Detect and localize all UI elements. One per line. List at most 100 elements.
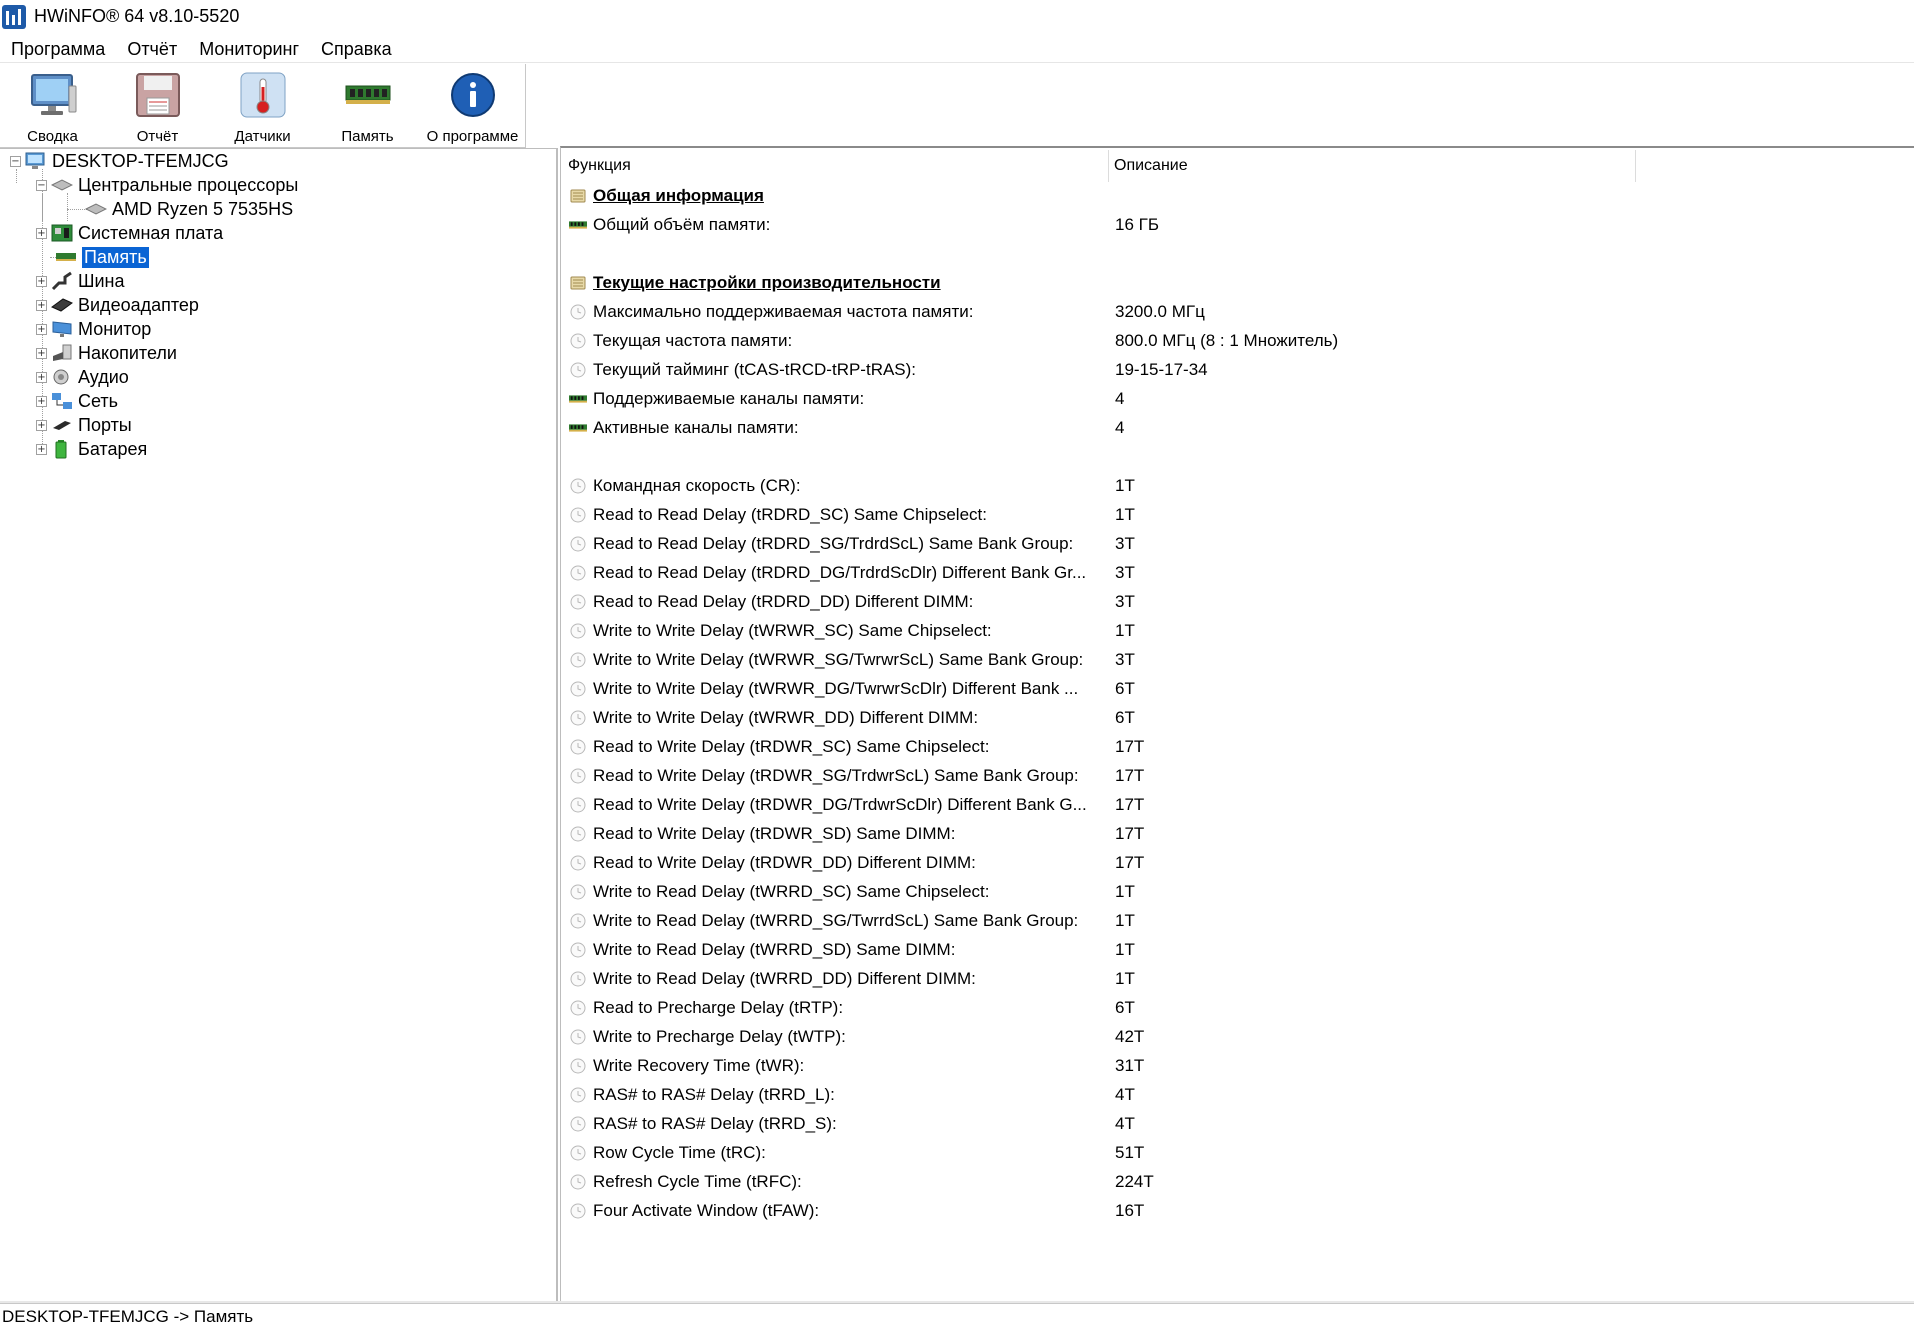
tree-item-ports[interactable]: + Порты <box>36 413 132 437</box>
function-cell: Read to Write Delay (tRDWR_DD) Different… <box>593 852 976 872</box>
function-cell: Текущие настройки производительности <box>593 272 941 292</box>
table-row[interactable]: Текущая частота памяти: 800.0 МГц (8 : 1 … <box>569 326 1909 355</box>
table-row[interactable]: Read to Read Delay (tRDRD_DG/TrdrdScDlr)… <box>569 558 1909 587</box>
clock-icon <box>569 1115 587 1133</box>
expand-toggle[interactable]: + <box>36 299 47 311</box>
expand-toggle[interactable]: + <box>36 371 47 383</box>
column-divider[interactable] <box>1635 150 1636 182</box>
description-cell: 16T <box>1115 1200 1145 1220</box>
table-row[interactable]: Read to Read Delay (tRDRD_SG/TrdrdScL) S… <box>569 529 1909 558</box>
menu-help[interactable]: Справка <box>310 35 403 63</box>
collapse-toggle[interactable]: − <box>36 179 47 191</box>
table-row[interactable]: Write to Write Delay (tWRWR_DG/TwrwrScDl… <box>569 674 1909 703</box>
tree-item-motherboard[interactable]: + Системная плата <box>36 221 223 245</box>
clock-icon <box>569 361 587 379</box>
table-row[interactable]: Текущий тайминг (tCAS-tRCD-tRP-tRAS): 19-… <box>569 355 1909 384</box>
table-row[interactable]: Read to Read Delay (tRDRD_SC) Same Chips… <box>569 500 1909 529</box>
expand-toggle[interactable]: + <box>36 323 47 335</box>
column-header-description[interactable]: Описание <box>1114 154 1188 178</box>
table-row[interactable]: Write to Precharge Delay (tWTP): 42T <box>569 1022 1909 1051</box>
tree-cpu[interactable]: AMD Ryzen 5 7535HS <box>85 197 293 221</box>
tree-cpu-group[interactable]: − Центральные процессоры <box>36 173 298 197</box>
column-divider[interactable] <box>1108 150 1109 182</box>
tree-item-monitor[interactable]: + Монитор <box>36 317 151 341</box>
table-row[interactable]: Write to Write Delay (tWRWR_SG/TwrwrScL)… <box>569 645 1909 674</box>
menu-monitoring[interactable]: Мониторинг <box>188 35 310 63</box>
table-row[interactable]: Поддерживаемые каналы памяти: 4 <box>569 384 1909 413</box>
table-row[interactable]: Row Cycle Time (tRC): 51T <box>569 1138 1909 1167</box>
expand-toggle[interactable]: + <box>36 275 47 287</box>
table-row[interactable]: Write to Read Delay (tWRRD_SC) Same Chip… <box>569 877 1909 906</box>
table-row[interactable]: Write to Read Delay (tWRRD_SD) Same DIMM… <box>569 935 1909 964</box>
table-row[interactable]: RAS# to RAS# Delay (tRRD_L): 4T <box>569 1080 1909 1109</box>
tree-item-label: Шина <box>78 270 125 291</box>
function-cell: Текущая частота памяти: <box>593 330 793 350</box>
tree-item-battery[interactable]: + Батарея <box>36 437 147 461</box>
description-cell: 17T <box>1115 852 1145 872</box>
column-header-function[interactable]: Функция <box>568 154 631 178</box>
clock-icon <box>569 941 587 959</box>
cpu-icon <box>85 200 107 218</box>
table-row[interactable]: Read to Write Delay (tRDWR_DD) Different… <box>569 848 1909 877</box>
table-row[interactable]: Write to Read Delay (tWRRD_DD) Different… <box>569 964 1909 993</box>
expand-toggle[interactable]: + <box>36 443 47 455</box>
table-row[interactable]: Общий объём памяти: 16 ГБ <box>569 210 1909 239</box>
tree-item-label: Сеть <box>78 390 119 411</box>
table-row[interactable]: Refresh Cycle Time (tRFC): 224T <box>569 1167 1909 1196</box>
menu-program[interactable]: Программа <box>0 35 116 63</box>
table-row[interactable]: Максимально поддерживаемая частота памят… <box>569 297 1909 326</box>
tree-root[interactable]: − DESKTOP-TFEMJCG <box>10 149 229 173</box>
report-button[interactable]: Отчёт <box>105 64 210 148</box>
table-row[interactable]: RAS# to RAS# Delay (tRRD_S): 4T <box>569 1109 1909 1138</box>
tree-item-memory[interactable]: Память <box>55 245 149 269</box>
table-row[interactable]: Read to Read Delay (tRDRD_DD) Different … <box>569 587 1909 616</box>
section-header-row[interactable]: Текущие настройки производительности <box>569 268 1909 297</box>
info-icon <box>448 70 498 120</box>
table-row[interactable]: Read to Write Delay (tRDWR_SG/TrdwrScL) … <box>569 761 1909 790</box>
function-cell: Read to Read Delay (tRDRD_SC) Same Chips… <box>593 504 987 524</box>
sensors-button[interactable]: Датчики <box>210 64 315 148</box>
expand-toggle[interactable]: + <box>36 395 47 407</box>
table-row[interactable]: Write to Write Delay (tWRWR_DD) Differen… <box>569 703 1909 732</box>
summary-button[interactable]: Сводка <box>0 64 105 148</box>
function-cell: Four Activate Window (tFAW): <box>593 1200 820 1220</box>
ram-icon <box>569 216 587 234</box>
function-cell: Read to Write Delay (tRDWR_DG/TrdwrScDlr… <box>593 794 1087 814</box>
list-icon <box>569 274 587 292</box>
about-button[interactable]: О программе <box>420 64 525 148</box>
expand-toggle[interactable]: + <box>36 347 47 359</box>
table-row[interactable]: Write to Write Delay (tWRWR_SC) Same Chi… <box>569 616 1909 645</box>
tree-item-label: Порты <box>78 414 132 435</box>
menu-report[interactable]: Отчёт <box>116 35 188 63</box>
tree-item-network[interactable]: + Сеть <box>36 389 118 413</box>
table-row[interactable]: Write to Read Delay (tWRRD_SG/TwrrdScL) … <box>569 906 1909 935</box>
memory-button[interactable]: Память <box>315 64 420 148</box>
clock-icon <box>569 651 587 669</box>
clock-icon <box>569 912 587 930</box>
tree-root-label: DESKTOP-TFEMJCG <box>52 150 229 171</box>
tree-item-bus[interactable]: + Шина <box>36 269 125 293</box>
table-row[interactable]: Активные каналы памяти: 4 <box>569 413 1909 442</box>
table-row[interactable]: Read to Write Delay (tRDWR_SD) Same DIMM… <box>569 819 1909 848</box>
section-header-row[interactable]: Общая информация <box>569 181 1909 210</box>
table-row[interactable]: Write Recovery Time (tWR): 31T <box>569 1051 1909 1080</box>
table-row[interactable]: Read to Precharge Delay (tRTP): 6T <box>569 993 1909 1022</box>
expand-toggle[interactable]: + <box>36 227 47 239</box>
table-row[interactable]: Read to Write Delay (tRDWR_DG/TrdwrScDlr… <box>569 790 1909 819</box>
table-row[interactable]: Four Activate Window (tFAW): 16T <box>569 1196 1909 1225</box>
function-cell: Read to Write Delay (tRDWR_SG/TrdwrScL) … <box>593 765 1079 785</box>
description-cell: 1T <box>1115 939 1135 959</box>
collapse-toggle[interactable]: − <box>10 155 21 167</box>
toolbar: Сводка Отчёт Датчики Память О программе <box>0 64 526 148</box>
function-cell: Refresh Cycle Time (tRFC): <box>593 1171 802 1191</box>
tree-item-gpu[interactable]: + Видеоадаптер <box>36 293 199 317</box>
clock-icon <box>569 506 587 524</box>
clock-icon <box>569 854 587 872</box>
status-text: DESKTOP-TFEMJCG -> Память <box>2 1307 254 1326</box>
tree-item-audio[interactable]: + Аудио <box>36 365 129 389</box>
expand-toggle[interactable]: + <box>36 419 47 431</box>
tree-item-storage[interactable]: + Накопители <box>36 341 177 365</box>
description-cell: 17T <box>1115 765 1145 785</box>
table-row[interactable]: Командная скорость (CR): 1T <box>569 471 1909 500</box>
table-row[interactable]: Read to Write Delay (tRDWR_SC) Same Chip… <box>569 732 1909 761</box>
